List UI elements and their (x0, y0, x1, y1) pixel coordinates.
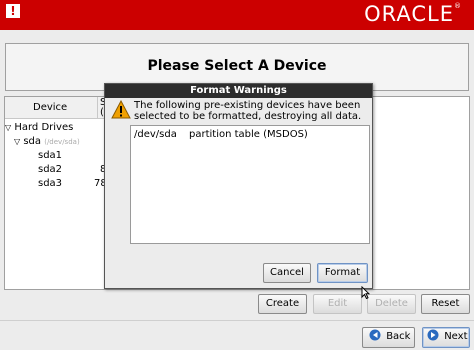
next-label: Next (444, 331, 468, 342)
warning-icon (111, 100, 131, 119)
dialog-title: Format Warnings (105, 84, 372, 98)
cancel-button[interactable]: Cancel (263, 263, 311, 283)
back-arrow-icon (369, 329, 381, 341)
separator (0, 320, 474, 321)
reg-mark: ® (454, 2, 462, 10)
expander-icon[interactable]: ▽ (14, 137, 20, 146)
device-path: /dev/sda (134, 129, 177, 140)
format-warnings-dialog: Format Warnings The following pre-existi… (104, 83, 373, 289)
edit-button[interactable]: Edit (313, 294, 362, 314)
logo-text: ORACLE (364, 2, 454, 26)
next-button[interactable]: Next (422, 327, 470, 348)
oracle-logo: ORACLE® (364, 2, 462, 26)
back-label: Back (386, 331, 411, 342)
format-device-list[interactable]: /dev/sda partition table (MSDOS) (130, 125, 370, 244)
device-description: partition table (MSDOS) (189, 129, 308, 140)
device-row[interactable]: /dev/sda (134, 129, 177, 140)
tree-label: sda3 (38, 178, 63, 189)
tree-label: sda2 (38, 164, 63, 175)
delete-button[interactable]: Delete (367, 294, 416, 314)
back-button[interactable]: Back (362, 327, 415, 348)
next-arrow-icon (427, 329, 439, 341)
tree-row-sda3[interactable]: sda3 (38, 178, 62, 189)
tree-row-hard-drives[interactable]: ▽ Hard Drives (5, 122, 73, 133)
tree-row-sda1[interactable]: sda1 (38, 150, 62, 161)
app-warning-icon: ! (6, 4, 20, 18)
dialog-message: The following pre-existing devices have … (134, 100, 362, 122)
create-button[interactable]: Create (258, 294, 307, 314)
expander-icon[interactable]: ▽ (5, 123, 11, 132)
tree-row-sda2[interactable]: sda2 (38, 164, 62, 175)
page-title: Please Select A Device (147, 58, 327, 74)
tree-row-sda[interactable]: ▽ sda (/dev/sda) (14, 136, 80, 147)
tree-label: sda (23, 136, 42, 147)
brand-bar: ! ORACLE® (0, 0, 474, 30)
reset-button[interactable]: Reset (421, 294, 470, 314)
mouse-cursor-icon (361, 286, 370, 299)
tree-sublabel: (/dev/sda) (44, 138, 80, 146)
column-header-device[interactable]: Device (5, 97, 98, 119)
tree-label: sda1 (38, 150, 63, 161)
format-button[interactable]: Format (317, 263, 368, 283)
tree-label: Hard Drives (14, 122, 74, 133)
